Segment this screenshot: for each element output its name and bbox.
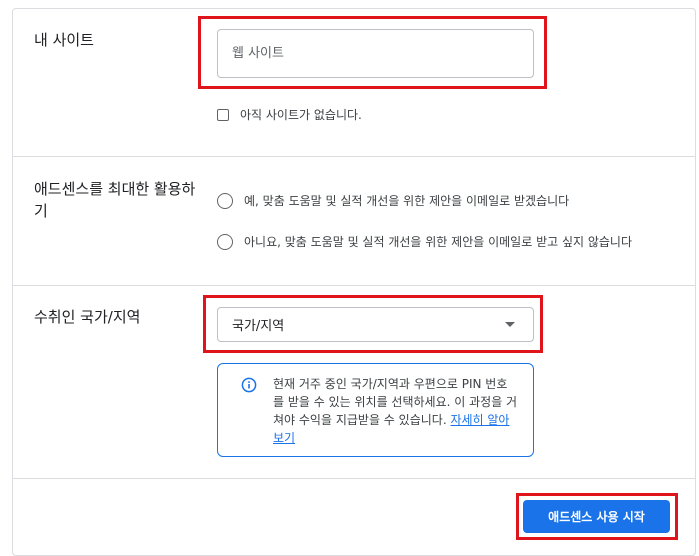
optimize-option-no[interactable]: 아니요, 맞춤 도움말 및 실적 개선을 위한 제안을 이메일로 받고 싶지 않…: [217, 233, 632, 250]
option-no-label: 아니요, 맞춤 도움말 및 실적 개선을 위한 제안을 이메일로 받고 싶지 않…: [244, 235, 633, 249]
country-info-box: 현재 거주 중인 국가/지역과 우편으로 PIN 번호를 받을 수 있는 위치를…: [217, 363, 534, 457]
no-site-checkbox-label: 아직 사이트가 없습니다.: [240, 108, 362, 122]
option-yes-label: 예, 맞춤 도움말 및 실적 개선을 위한 제안을 이메일로 받겠습니다: [244, 194, 570, 208]
radio-yes[interactable]: [217, 192, 233, 209]
start-adsense-button[interactable]: 애드센스 사용 시작: [523, 500, 670, 533]
country-select[interactable]: 국가/지역: [217, 307, 534, 342]
optimize-option-yes[interactable]: 예, 맞춤 도움말 및 실적 개선을 위한 제안을 이메일로 받겠습니다: [217, 192, 569, 209]
section-divider: [12, 285, 695, 286]
dropdown-caret-icon: [505, 322, 515, 327]
optimize-label: 애드센스를 최대한 활용하기: [34, 180, 196, 220]
signup-form-card: [12, 8, 696, 556]
country-info-text: 현재 거주 중인 국가/지역과 우편으로 PIN 번호를 받을 수 있는 위치를…: [273, 375, 518, 447]
no-site-checkbox[interactable]: [217, 108, 229, 121]
section-divider: [12, 156, 695, 157]
section-divider: [12, 478, 695, 479]
my-site-label: 내 사이트: [34, 31, 94, 49]
payee-country-label: 수취인 국가/지역: [34, 308, 141, 326]
website-input[interactable]: [217, 29, 534, 78]
radio-no[interactable]: [217, 233, 233, 250]
info-icon: [241, 377, 257, 393]
no-site-checkbox-row[interactable]: 아직 사이트가 없습니다.: [217, 106, 362, 123]
country-select-value: 국가/지역: [232, 319, 285, 334]
